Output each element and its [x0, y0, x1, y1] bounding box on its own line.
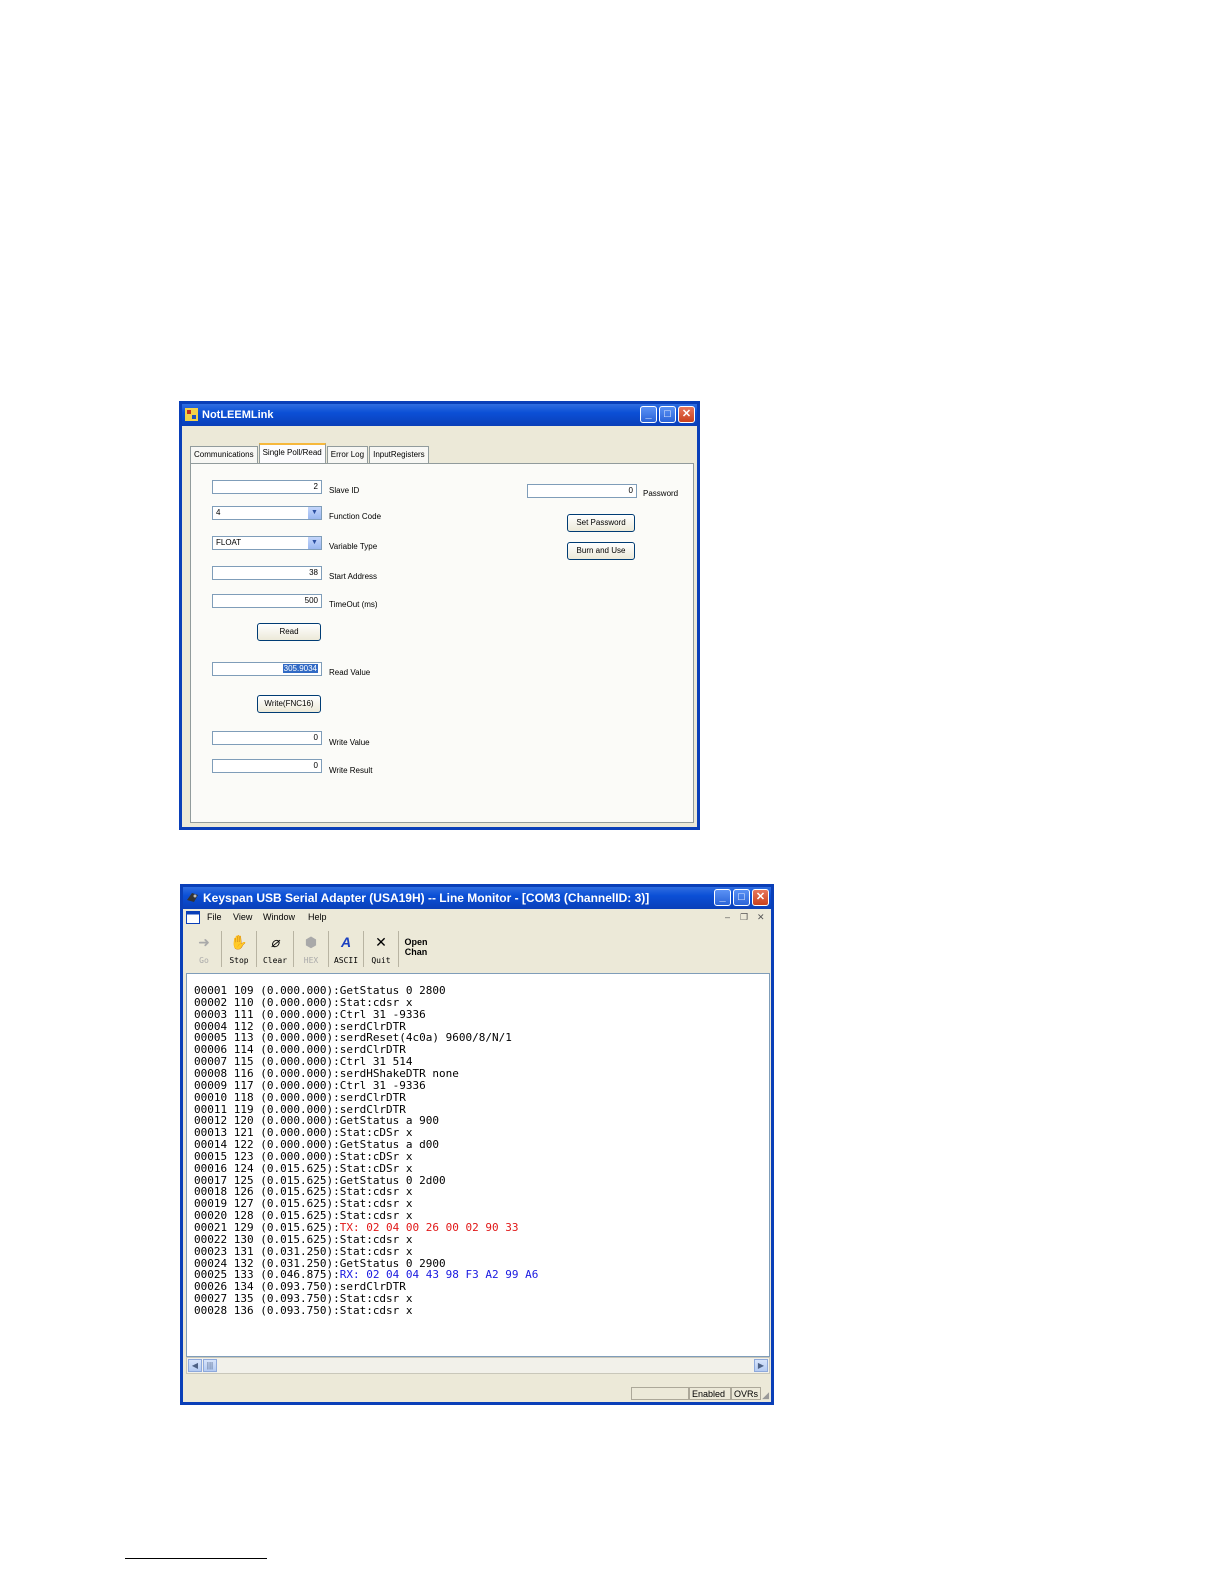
status-ovrs: OVRs: [731, 1387, 761, 1400]
tab-input-registers[interactable]: InputRegisters: [369, 446, 429, 464]
ascii-label: ASCII: [333, 956, 359, 965]
title-bar[interactable]: Keyspan USB Serial Adapter (USA19H) -- L…: [183, 887, 771, 909]
write-result-label: Write Result: [329, 766, 373, 775]
minimize-button[interactable]: _: [714, 889, 731, 906]
read-value-input[interactable]: 305.9034: [212, 662, 322, 676]
status-panel-empty: [631, 1387, 689, 1400]
read-value-label: Read Value: [329, 668, 371, 677]
variable-type-label: Variable Type: [329, 542, 378, 551]
slave-id-label: Slave ID: [329, 486, 360, 495]
variable-type-select[interactable]: FLOAT ▼: [212, 536, 322, 550]
clear-label: Clear: [262, 956, 288, 965]
tab-communications[interactable]: Communications: [190, 446, 258, 464]
write-result-input[interactable]: 0: [212, 759, 322, 773]
status-enabled: Enabled: [689, 1387, 731, 1400]
password-input[interactable]: 0: [527, 484, 637, 498]
hex-label: HEX: [303, 956, 319, 965]
menu-view[interactable]: View: [233, 912, 252, 922]
window-title: Keyspan USB Serial Adapter (USA19H) -- L…: [203, 891, 650, 905]
read-value: 305.9034: [282, 664, 318, 673]
stop-hand-icon: ✋: [230, 934, 248, 950]
log-line-stamp: 00028 136 (0.093.750): [194, 1303, 334, 1317]
mdi-restore-icon[interactable]: ❐: [740, 912, 748, 923]
clear-eraser-icon: ⌀: [270, 934, 280, 950]
resize-grip-icon[interactable]: ◢: [762, 1390, 769, 1401]
quit-label: Quit: [371, 956, 391, 965]
line-monitor-window: Keyspan USB Serial Adapter (USA19H) -- L…: [180, 884, 774, 1405]
tab-single-poll-read[interactable]: Single Poll/Read: [258, 443, 326, 464]
write-value-label: Write Value: [329, 738, 370, 747]
stop-label: Stop: [229, 956, 249, 965]
log-line: 00028 136 (0.093.750):Stat:cdsr x: [194, 1304, 413, 1317]
go-icon: ➜: [198, 934, 210, 950]
open-chan-button[interactable]: Open Chan: [399, 931, 433, 967]
ascii-button[interactable]: A ASCII: [329, 931, 364, 967]
scroll-left-icon[interactable]: ◀: [188, 1359, 202, 1372]
clear-button[interactable]: ⌀ Clear: [257, 931, 294, 967]
mdi-minimize-icon[interactable]: –: [725, 912, 730, 922]
go-button[interactable]: ➜ Go: [187, 931, 222, 967]
scroll-right-icon[interactable]: ▶: [754, 1359, 768, 1372]
menu-bar: File View Window Help – ❐ ✕: [183, 909, 771, 927]
function-code-label: Function Code: [329, 512, 382, 521]
password-label: Password: [643, 489, 679, 498]
log-line-message: :Stat:cdsr x: [333, 1303, 413, 1317]
read-button[interactable]: Read: [257, 623, 321, 641]
go-label: Go: [199, 956, 209, 965]
chevron-down-icon[interactable]: ▼: [308, 507, 321, 519]
hex-icon: ⬢: [304, 934, 318, 950]
write-value-input[interactable]: 0: [212, 731, 322, 745]
window-title: NotLEEMLink: [202, 409, 274, 421]
title-bar[interactable]: NotLEEMLink _ □ ✕: [182, 404, 697, 426]
tab-error-log[interactable]: Error Log: [326, 446, 369, 464]
maximize-button[interactable]: □: [733, 889, 750, 906]
maximize-button[interactable]: □: [659, 406, 676, 423]
open-chan-icon: Open Chan: [404, 937, 428, 957]
function-code-select[interactable]: 4 ▼: [212, 506, 322, 520]
start-address-label: Start Address: [329, 572, 378, 581]
log-area[interactable]: 00001 109 (0.000.000):GetStatus 0 2800 00…: [186, 973, 770, 1357]
function-code-value: 4: [216, 508, 221, 517]
ascii-icon: A: [340, 934, 352, 950]
toolbar: ➜ Go ✋ Stop ⌀ Clear ⬢ HEX A ASCII ✕ Quit…: [187, 931, 433, 969]
stop-button[interactable]: ✋ Stop: [222, 931, 257, 967]
menu-window[interactable]: Window: [263, 912, 295, 922]
timeout-input[interactable]: 500: [212, 594, 322, 608]
slave-id-input[interactable]: 2: [212, 480, 322, 494]
burn-and-use-button[interactable]: Burn and Use: [567, 542, 635, 560]
close-button[interactable]: ✕: [752, 889, 769, 906]
quit-button[interactable]: ✕ Quit: [364, 931, 399, 967]
tab-strip: Communications Single Poll/Read Error Lo…: [190, 443, 430, 464]
write-fnc16-button[interactable]: Write(FNC16): [257, 695, 321, 713]
footnote-rule: [125, 1558, 267, 1559]
document-icon: [186, 911, 200, 924]
hex-button[interactable]: ⬢ HEX: [294, 931, 329, 967]
keyspan-app-icon: [187, 893, 198, 902]
horizontal-scrollbar[interactable]: ◀ ||| ▶: [186, 1357, 770, 1374]
timeout-label: TimeOut (ms): [329, 600, 378, 609]
close-button[interactable]: ✕: [678, 406, 695, 423]
app-icon: [185, 408, 198, 421]
quit-icon: ✕: [375, 934, 387, 950]
scroll-thumb[interactable]: |||: [203, 1359, 217, 1372]
minimize-button[interactable]: _: [640, 406, 657, 423]
status-bar: Enabled OVRs ◢: [183, 1386, 771, 1402]
menu-help[interactable]: Help: [308, 912, 327, 922]
start-address-input[interactable]: 38: [212, 566, 322, 580]
set-password-button[interactable]: Set Password: [567, 514, 635, 532]
chevron-down-icon[interactable]: ▼: [308, 537, 321, 549]
single-poll-panel: 2 Slave ID 4 ▼ Function Code FLOAT ▼ Var…: [190, 463, 694, 823]
notleemlink-window: NotLEEMLink _ □ ✕ Communications Single …: [179, 401, 700, 830]
menu-file[interactable]: File: [207, 912, 222, 922]
mdi-close-icon[interactable]: ✕: [757, 912, 765, 923]
variable-type-value: FLOAT: [216, 538, 242, 547]
